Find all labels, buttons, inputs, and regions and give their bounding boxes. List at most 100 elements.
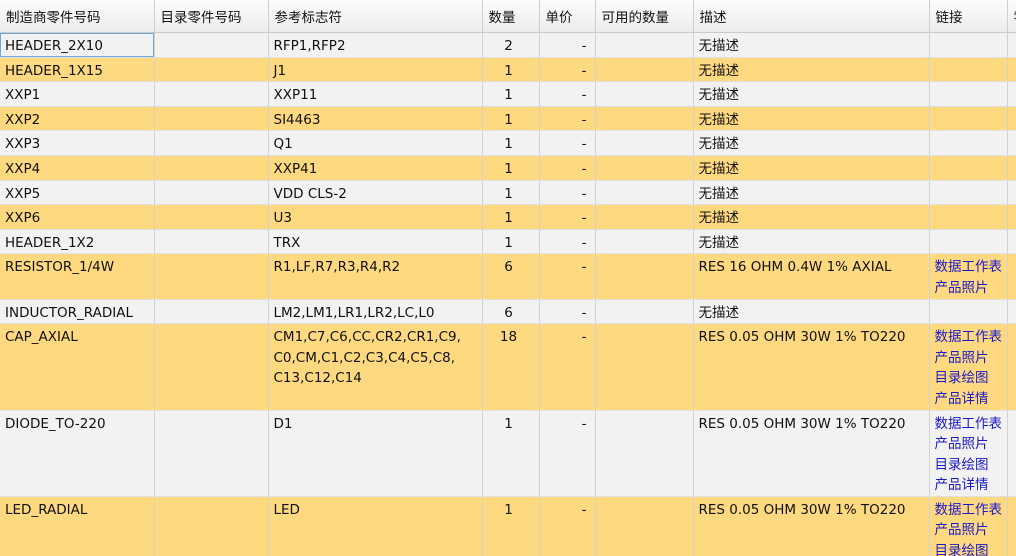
table-row[interactable]: HEADER_2X10 RFP1,RFP2 2- 无描述 [0, 32, 1016, 58]
unit-price-cell[interactable]: - [539, 410, 596, 497]
refdes-cell[interactable]: VDD CLS-2 [268, 180, 483, 206]
qty-cell[interactable]: 1 [482, 204, 540, 230]
unit-price-cell[interactable]: - [539, 106, 596, 132]
table-row[interactable]: XXP4 XXP41 1- 无描述 [0, 155, 1016, 181]
catalog-cell[interactable] [154, 253, 269, 300]
mpn-cell[interactable]: XXP3 [0, 130, 155, 156]
table-row[interactable]: XXP3 Q1 1- 无描述 [0, 130, 1016, 156]
links-cell[interactable] [929, 204, 1008, 230]
links-cell[interactable] [929, 57, 1008, 83]
links-cell[interactable] [929, 180, 1008, 206]
refdes-cell[interactable]: U3 [268, 204, 483, 230]
link-item[interactable]: 产品详情 [935, 389, 1003, 409]
available-qty-cell[interactable] [595, 155, 694, 181]
table-row[interactable]: INDUCTOR_RADIAL LM2,LM1,LR1,LR2,LC,L0 6- 无描… [0, 299, 1016, 325]
links-cell[interactable] [929, 229, 1008, 255]
qty-cell[interactable]: 1 [482, 106, 540, 132]
table-row[interactable]: XXP5 VDD CLS-2 1- 无描述 [0, 180, 1016, 206]
available-qty-cell[interactable] [595, 81, 694, 107]
unit-price-cell[interactable]: - [539, 130, 596, 156]
unit-price-cell[interactable]: - [539, 299, 596, 325]
refdes-cell[interactable]: SI4463 [268, 106, 483, 132]
refdes-cell[interactable]: TRX [268, 229, 483, 255]
link-item[interactable]: 产品照片 [935, 434, 1003, 455]
extra-cell[interactable] [1007, 57, 1016, 83]
col-header-mpn[interactable]: 制造商零件号码 [0, 0, 155, 33]
col-header-catalog[interactable]: 目录零件号码 [154, 0, 269, 33]
link-item[interactable]: 目录绘图 [935, 541, 1003, 556]
catalog-cell[interactable] [154, 299, 269, 325]
refdes-cell[interactable]: R1,LF,R7,R3,R4,R2 [268, 253, 483, 300]
catalog-cell[interactable] [154, 229, 269, 255]
extra-cell[interactable] [1007, 204, 1016, 230]
refdes-cell[interactable]: Q1 [268, 130, 483, 156]
description-cell[interactable]: 无描述 [693, 130, 930, 156]
mpn-cell[interactable]: HEADER_1X15 [0, 57, 155, 83]
mpn-cell[interactable]: XXP6 [0, 204, 155, 230]
extra-cell[interactable] [1007, 410, 1016, 497]
catalog-cell[interactable] [154, 130, 269, 156]
unit-price-cell[interactable]: - [539, 323, 596, 411]
col-header-links[interactable]: 链接 [929, 0, 1008, 33]
link-item[interactable]: 数据工作表 [935, 414, 1003, 435]
catalog-cell[interactable] [154, 155, 269, 181]
mpn-cell[interactable]: DIODE_TO-220 [0, 410, 155, 497]
link-item[interactable]: 产品照片 [935, 348, 1003, 369]
catalog-cell[interactable] [154, 410, 269, 497]
qty-cell[interactable]: 6 [482, 253, 540, 300]
available-qty-cell[interactable] [595, 496, 694, 556]
qty-cell[interactable]: 1 [482, 229, 540, 255]
extra-cell[interactable] [1007, 496, 1016, 556]
unit-price-cell[interactable]: - [539, 229, 596, 255]
unit-price-cell[interactable]: - [539, 155, 596, 181]
qty-cell[interactable]: 1 [482, 81, 540, 107]
available-qty-cell[interactable] [595, 106, 694, 132]
table-row[interactable]: XXP1 XXP11 1- 无描述 [0, 81, 1016, 107]
col-header-description[interactable]: 描述 [693, 0, 930, 33]
extra-cell[interactable] [1007, 106, 1016, 132]
qty-cell[interactable]: 6 [482, 299, 540, 325]
qty-cell[interactable]: 1 [482, 130, 540, 156]
extra-cell[interactable] [1007, 253, 1016, 300]
extra-cell[interactable] [1007, 323, 1016, 411]
unit-price-cell[interactable]: - [539, 81, 596, 107]
extra-cell[interactable] [1007, 229, 1016, 255]
links-cell[interactable] [929, 32, 1008, 58]
available-qty-cell[interactable] [595, 32, 694, 58]
qty-cell[interactable]: 1 [482, 410, 540, 497]
available-qty-cell[interactable] [595, 180, 694, 206]
mpn-cell[interactable]: XXP1 [0, 81, 155, 107]
extra-cell[interactable] [1007, 32, 1016, 58]
catalog-cell[interactable] [154, 32, 269, 58]
extra-cell[interactable] [1007, 180, 1016, 206]
link-item[interactable]: 数据工作表 [935, 327, 1003, 348]
catalog-cell[interactable] [154, 323, 269, 411]
col-header-qty[interactable]: 数量 [482, 0, 540, 33]
links-cell[interactable]: 数据工作表产品照片目录绘图产品详情 [929, 410, 1008, 497]
mpn-cell[interactable]: INDUCTOR_RADIAL [0, 299, 155, 325]
links-cell[interactable] [929, 106, 1008, 132]
qty-cell[interactable]: 1 [482, 155, 540, 181]
qty-cell[interactable]: 18 [482, 323, 540, 411]
mpn-cell[interactable]: RESISTOR_1/4W [0, 253, 155, 300]
link-item[interactable]: 产品照片 [935, 520, 1003, 541]
refdes-cell[interactable]: XXP41 [268, 155, 483, 181]
links-cell[interactable]: 数据工作表产品照片目录绘图产品详情 [929, 496, 1008, 556]
link-item[interactable]: 产品详情 [935, 475, 1003, 495]
table-row[interactable]: LED_RADIAL LED 1- RES 0.05 OHM 30W 1% TO220… [0, 496, 1016, 556]
table-row[interactable]: DIODE_TO-220 D1 1- RES 0.05 OHM 30W 1% TO22… [0, 410, 1016, 497]
extra-cell[interactable] [1007, 155, 1016, 181]
unit-price-cell[interactable]: - [539, 496, 596, 556]
available-qty-cell[interactable] [595, 323, 694, 411]
unit-price-cell[interactable]: - [539, 204, 596, 230]
description-cell[interactable]: 无描述 [693, 32, 930, 58]
col-header-unit-price[interactable]: 单价 [539, 0, 596, 33]
description-cell[interactable]: 无描述 [693, 299, 930, 325]
table-row[interactable]: HEADER_1X2 TRX 1- 无描述 [0, 229, 1016, 255]
catalog-cell[interactable] [154, 57, 269, 83]
qty-cell[interactable]: 1 [482, 496, 540, 556]
mpn-cell[interactable]: HEADER_2X10 [0, 32, 155, 58]
table-row[interactable]: XXP2 SI4463 1- 无描述 [0, 106, 1016, 132]
description-cell[interactable]: 无描述 [693, 155, 930, 181]
extra-cell[interactable] [1007, 299, 1016, 325]
